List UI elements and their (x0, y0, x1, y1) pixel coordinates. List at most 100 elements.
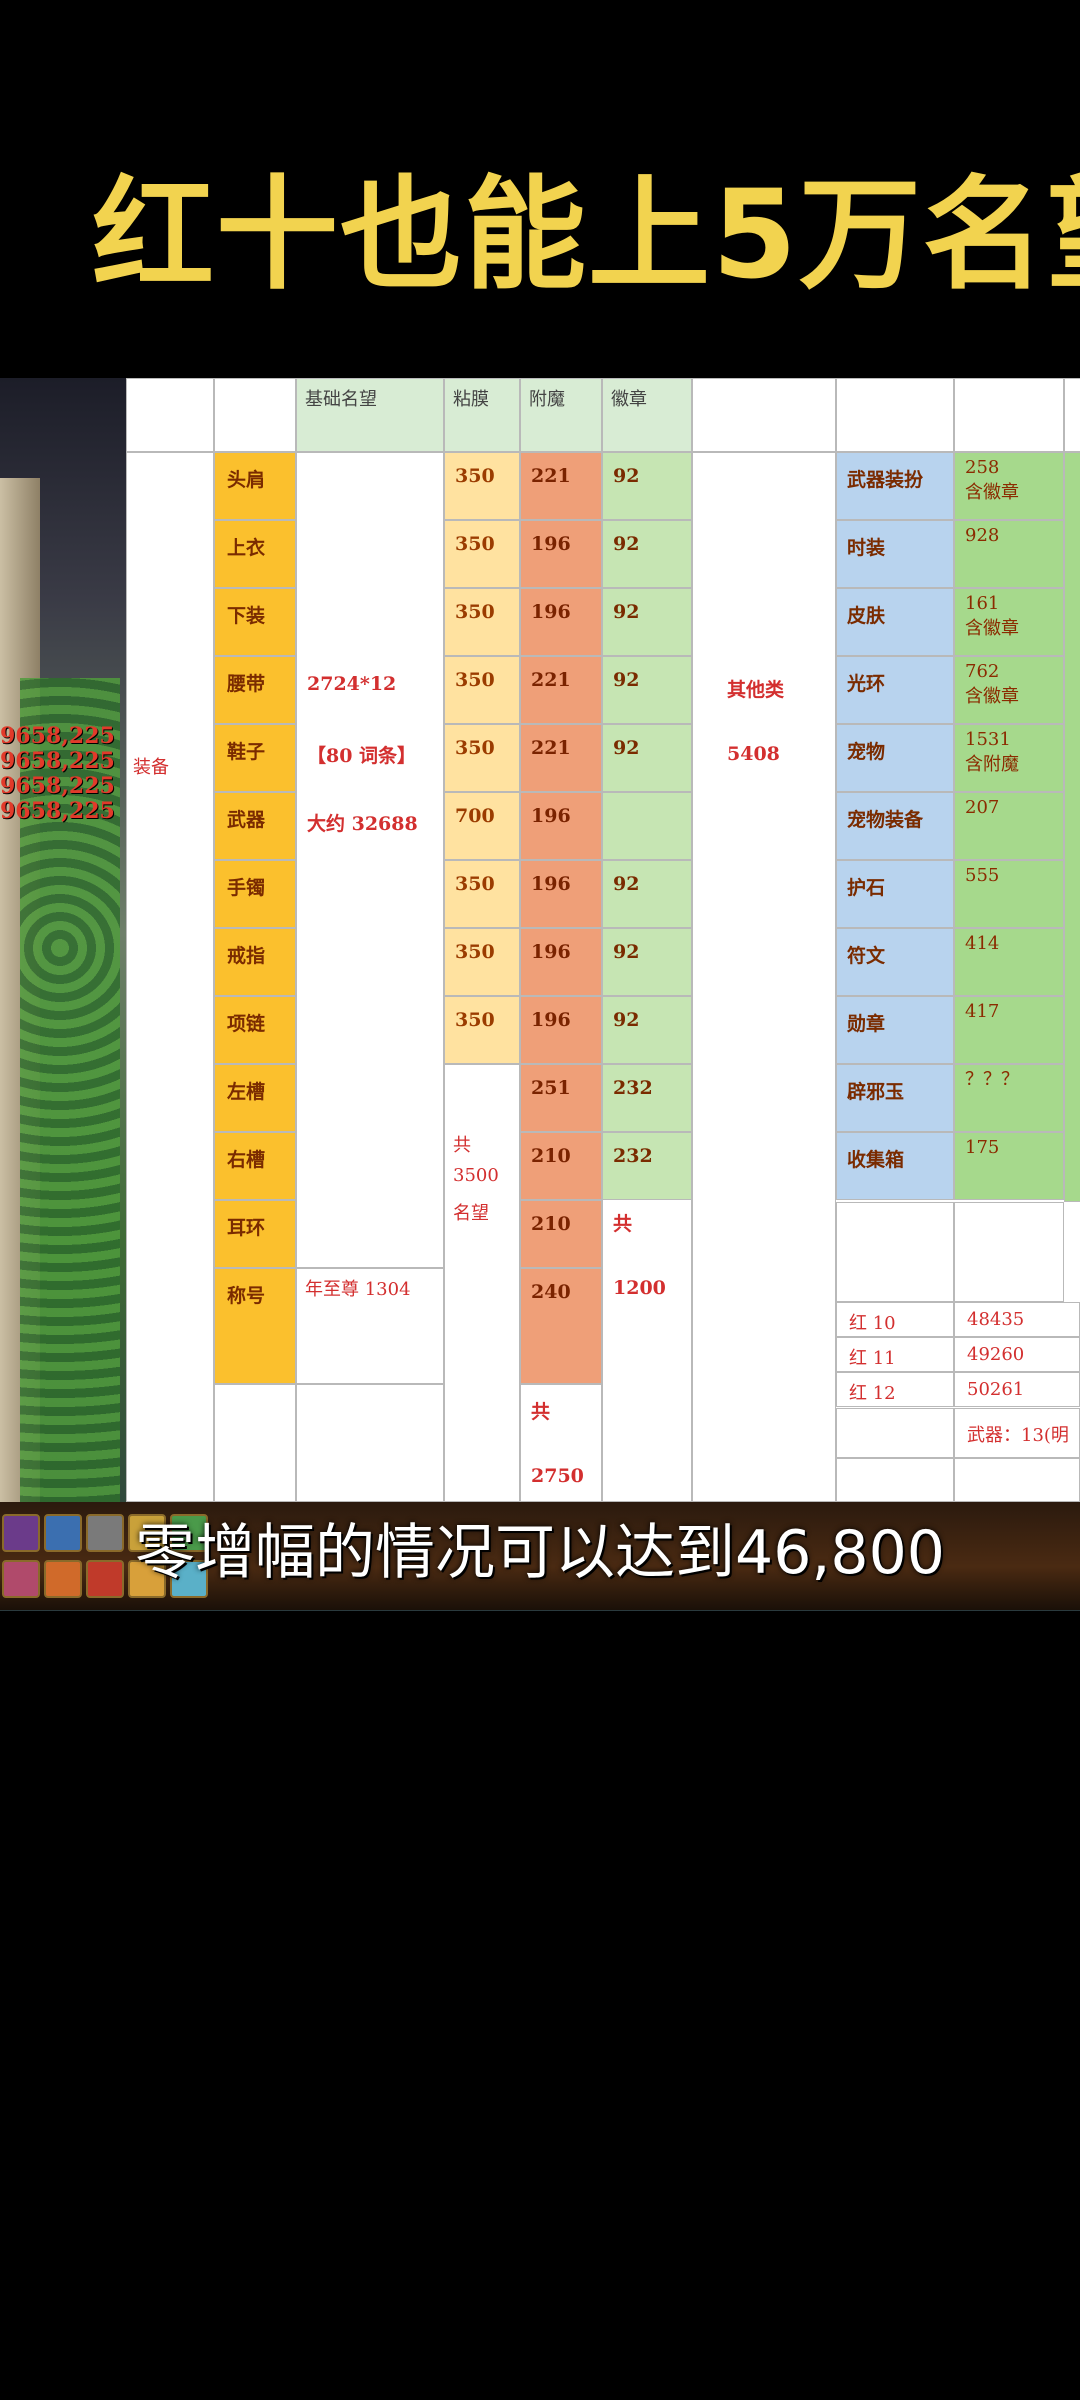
weapon-note: 武器：13(明 (967, 1425, 1069, 1446)
emblem-total-cell: 共 3500 名望 (444, 1064, 520, 1502)
other-item-value-cell: 762 含徽章 (954, 656, 1064, 724)
other-item-label-cell: 收集箱 (836, 1132, 954, 1200)
other-item-value-cell: 161 含徽章 (954, 588, 1064, 656)
other-total: 5408 (727, 743, 780, 765)
emblem-total-value: 3500 (453, 1165, 499, 1186)
enchant-value-cell: 196 (520, 928, 602, 996)
header-blank (1064, 378, 1080, 452)
reinforce-value-cell: 49260 (954, 1337, 1080, 1372)
badge-value-cell: 92 (602, 588, 692, 656)
weapon-note-cell: 武器：13(明 (954, 1408, 1080, 1458)
other-item-note: 含徽章 (965, 618, 1019, 639)
header-blank (836, 378, 954, 452)
slot-name-cell: 鞋子 (214, 724, 296, 792)
badge-total-cell: 共 1200 (602, 1196, 692, 1502)
badge-value-cell: 232 (602, 1132, 692, 1200)
slot-name-cell: 项链 (214, 996, 296, 1064)
badge-value-cell: 92 (602, 452, 692, 520)
other-item-value-cell: 175 (954, 1132, 1064, 1200)
other-label: 其他类 (727, 679, 785, 701)
other-item-label-cell: 辟邪玉 (836, 1064, 954, 1132)
other-item-label-cell: 勋章 (836, 996, 954, 1064)
other-item-value: 414 (965, 933, 1000, 954)
slot-name-cell: 头肩 (214, 452, 296, 520)
enchant-value-cell: 196 (520, 588, 602, 656)
video-title: 红十也能上5万名望 (92, 164, 1080, 306)
equip-group-cell: 装备 (126, 452, 214, 1502)
badge-value-cell: 232 (602, 1064, 692, 1132)
other-item-value: 762 (965, 661, 1000, 682)
emblem-value-cell: 350 (444, 588, 520, 656)
video-subtitle: 零增幅的情况可以达到46,800 (135, 1518, 945, 1588)
enchant-total-prefix: 共 (531, 1401, 551, 1423)
enchant-value-cell: 221 (520, 724, 602, 792)
enchant-value-cell: 196 (520, 996, 602, 1064)
enchant-value-cell: 221 (520, 656, 602, 724)
enchant-total-value: 2750 (531, 1465, 584, 1487)
emblem-value-cell: 350 (444, 860, 520, 928)
other-category-cell: 其他类 5408 (692, 452, 836, 1502)
equip-label: 装备 (133, 757, 169, 778)
badge-total-value: 1200 (613, 1277, 666, 1299)
other-item-note: 含徽章 (965, 482, 1019, 503)
emblem-total-suffix: 名望 (453, 1203, 489, 1224)
header-blank (214, 378, 296, 452)
other-item-value-cell: 555 (954, 860, 1064, 928)
other-item-label-cell: 符文 (836, 928, 954, 996)
other-item-value-cell: 417 (954, 996, 1064, 1064)
badge-total-prefix: 共 (613, 1213, 633, 1235)
reinforce-value-cell: 48435 (954, 1302, 1080, 1337)
blank-cell (836, 1458, 954, 1502)
slot-name-cell: 腰带 (214, 656, 296, 724)
badge-value-cell: 92 (602, 996, 692, 1064)
base-note-formula: 2724*12 (307, 673, 397, 695)
base-note-entries: 【80 词条】 (307, 745, 417, 767)
other-item-value-cell: ？？？ (954, 1064, 1064, 1132)
enchant-total-cell: 共 2750 (520, 1384, 602, 1502)
badge-value-cell: 92 (602, 928, 692, 996)
blank-cell (214, 1384, 296, 1502)
emblem-value-cell: 350 (444, 520, 520, 588)
header-blank (126, 378, 214, 452)
base-note-total: 大约 32688 (307, 813, 418, 835)
reinforce-label-cell: 红 11 (836, 1337, 954, 1372)
blank-cell (954, 1458, 1080, 1502)
other-item-value: 175 (965, 1137, 1000, 1158)
enchant-value-cell: 240 (520, 1268, 602, 1384)
header-enchant: 附魔 (520, 378, 602, 452)
enchant-value-cell: 210 (520, 1200, 602, 1268)
enchant-value-cell: 196 (520, 792, 602, 860)
slot-name-cell: 下装 (214, 588, 296, 656)
damage-number: 9658,225 (0, 748, 115, 774)
blank-cell (836, 1408, 954, 1458)
slot-name-cell: 手镯 (214, 860, 296, 928)
emblem-value-cell: 350 (444, 452, 520, 520)
slot-name-cell: 右槽 (214, 1132, 296, 1200)
reinforce-label-cell: 红 12 (836, 1372, 954, 1407)
other-item-label-cell: 宠物 (836, 724, 954, 792)
title-note: 年至尊 1304 (305, 1279, 411, 1300)
other-item-value-cell: 414 (954, 928, 1064, 996)
enchant-value-cell: 196 (520, 520, 602, 588)
other-item-note: 含徽章 (965, 686, 1019, 707)
header-blank (954, 378, 1064, 452)
other-item-label-cell: 宠物装备 (836, 792, 954, 860)
damage-number: 9658,225 (0, 723, 115, 749)
enchant-value-cell: 251 (520, 1064, 602, 1132)
header-badge: 徽章 (602, 378, 692, 452)
other-item-value: 161 (965, 593, 1000, 614)
other-item-value-cell: 258 含徽章 (954, 452, 1064, 520)
emblem-total-prefix: 共 (453, 1135, 471, 1156)
other-item-label-cell: 时装 (836, 520, 954, 588)
header-base-reputation: 基础名望 (296, 378, 444, 452)
other-item-value-cell: 1531 含附魔 (954, 724, 1064, 792)
slot-name-cell: 左槽 (214, 1064, 296, 1132)
other-item-value: 555 (965, 865, 1000, 886)
green-edge-column (1064, 452, 1080, 1202)
slot-name-cell: 武器 (214, 792, 296, 860)
title-note-cell: 年至尊 1304 (296, 1268, 444, 1384)
emblem-value-cell: 350 (444, 656, 520, 724)
slot-name-cell: 戒指 (214, 928, 296, 996)
other-item-value-cell: 207 (954, 792, 1064, 860)
badge-value-cell: 92 (602, 860, 692, 928)
